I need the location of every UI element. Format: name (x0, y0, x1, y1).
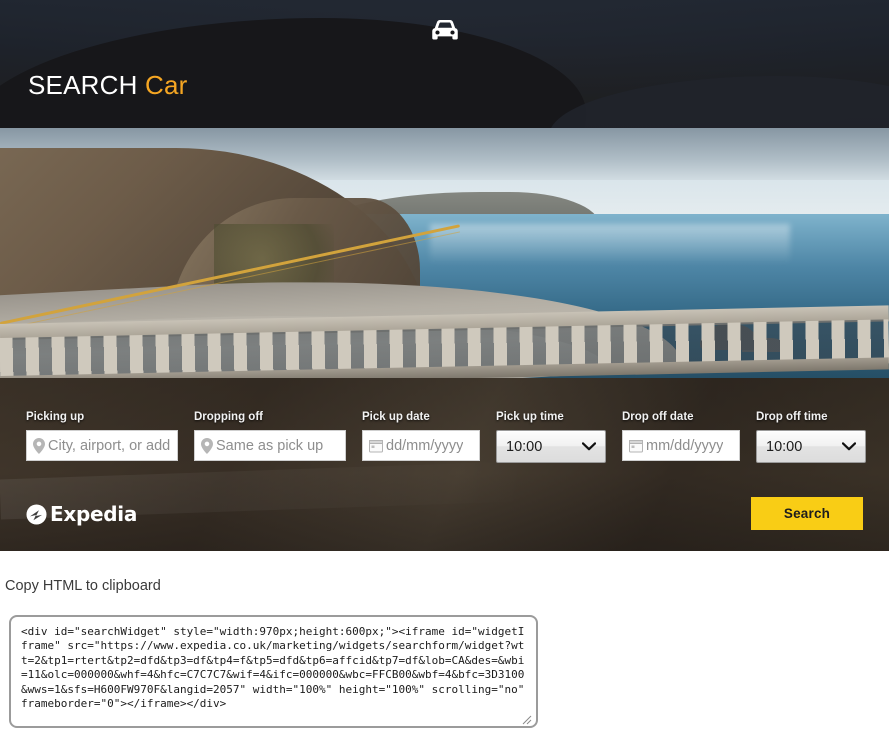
widget-footer: Expedia Search (0, 494, 889, 551)
calendar-icon (629, 439, 643, 452)
field-drop-off-time: Drop off time 10:00 (756, 410, 866, 463)
label-pick-up-time: Pick up time (496, 411, 564, 423)
hill-silhouette-secondary (549, 76, 889, 128)
car-search-widget: SEARCH Car Picking up City, airport, or … (0, 0, 889, 551)
expedia-logo-icon (26, 503, 47, 525)
field-pick-up-date: Pick up date dd/mm/yyyy (362, 410, 480, 461)
pick-up-date-input-wrapper[interactable]: dd/mm/yyyy (362, 430, 480, 461)
pick-up-date-placeholder-text: dd/mm/yyyy (386, 437, 464, 454)
search-form-area: Picking up City, airport, or address Dro… (0, 378, 889, 551)
field-dropping-off: Dropping off Same as pick up (194, 410, 346, 461)
calendar-icon (369, 439, 383, 452)
label-dropping-off: Dropping off (194, 411, 263, 423)
pick-up-time-select[interactable]: 10:00 (496, 430, 606, 463)
expedia-wordmark: Expedia (50, 502, 138, 526)
field-pick-up-time: Pick up time 10:00 (496, 410, 606, 463)
drop-off-date-placeholder-text: mm/dd/yyyy (646, 437, 724, 454)
page-root: SEARCH Car Picking up City, airport, or … (0, 0, 889, 735)
drop-off-date-input-wrapper[interactable]: mm/dd/yyyy (622, 430, 740, 461)
embed-code-textarea[interactable] (9, 615, 538, 728)
widget-title: SEARCH Car (28, 72, 188, 98)
car-front-icon (431, 20, 458, 40)
widget-header-band: SEARCH Car (0, 0, 889, 128)
label-drop-off-date: Drop off date (622, 411, 694, 423)
ocean-shimmer (430, 224, 790, 264)
widget-title-main: SEARCH (28, 70, 138, 100)
dropping-off-placeholder-text: Same as pick up (216, 437, 324, 454)
field-drop-off-date: Drop off date mm/dd/yyyy (622, 410, 740, 461)
dropping-off-input-wrapper[interactable]: Same as pick up (194, 430, 346, 461)
label-drop-off-time: Drop off time (756, 411, 828, 423)
pick-up-time-value: 10:00 (506, 438, 543, 455)
field-picking-up: Picking up City, airport, or address (26, 410, 178, 461)
chevron-down-icon (842, 442, 856, 451)
widget-title-accent: Car (145, 70, 188, 100)
location-pin-icon (33, 437, 45, 454)
label-pick-up-date: Pick up date (362, 411, 430, 423)
label-picking-up: Picking up (26, 411, 85, 423)
chevron-down-icon (582, 442, 596, 451)
search-button[interactable]: Search (751, 497, 863, 530)
drop-off-time-select[interactable]: 10:00 (756, 430, 866, 463)
search-fields: Picking up City, airport, or address Dro… (0, 410, 889, 472)
location-pin-icon (201, 437, 213, 454)
drop-off-time-value: 10:00 (766, 438, 803, 455)
picking-up-input-wrapper[interactable]: City, airport, or address (26, 430, 178, 461)
picking-up-placeholder-text: City, airport, or address (48, 437, 171, 454)
hero-photo (0, 128, 889, 378)
copy-html-label: Copy HTML to clipboard (5, 578, 161, 594)
expedia-logo: Expedia (26, 502, 137, 526)
